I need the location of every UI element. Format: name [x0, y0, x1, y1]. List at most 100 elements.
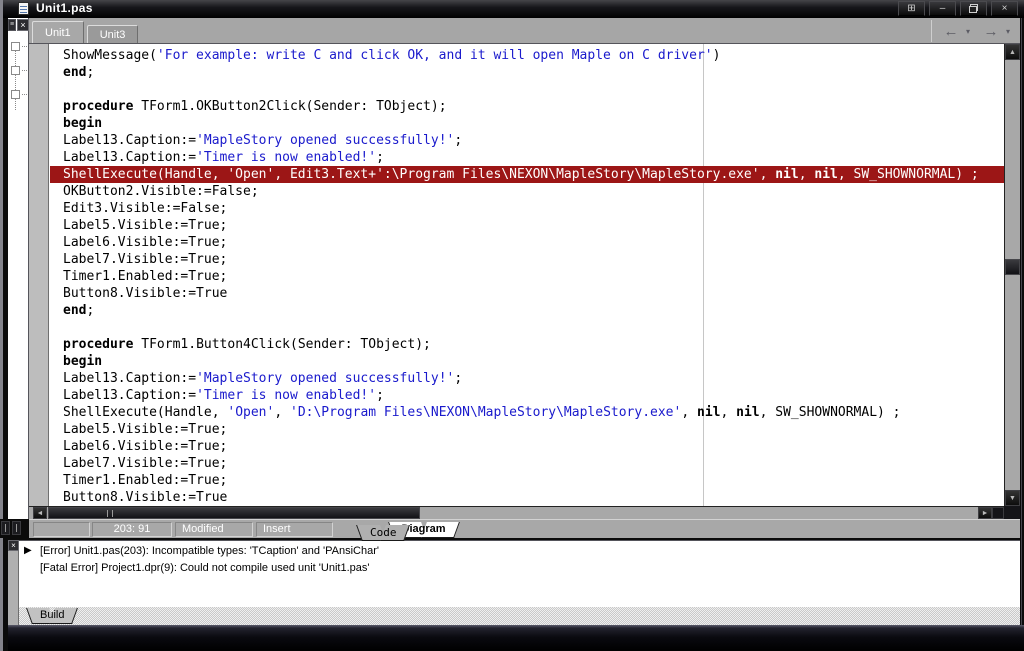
tab-unit1-label: Unit1	[45, 27, 71, 39]
code-line[interactable]: ShowMessage('For example: write C and cl…	[50, 47, 1004, 64]
window-controls: ⊞ – ×	[898, 1, 1018, 16]
tree-connector	[15, 50, 16, 110]
code-line[interactable]: Edit3.Visible:=False;	[50, 200, 1004, 217]
code-line[interactable]: Timer1.Enabled:=True;	[50, 268, 1004, 285]
dock-grip[interactable]	[12, 521, 21, 535]
window-title: Unit1.pas	[36, 1, 93, 15]
explorer-menu-icon[interactable]: ≡	[8, 19, 16, 31]
code-line[interactable]: ShellExecute(Handle, 'Open', 'D:\Program…	[50, 404, 1004, 421]
code-line[interactable]: begin	[50, 115, 1004, 132]
compiler-messages-panel: ▶ [Error] Unit1.pas(203): Incompatible t…	[19, 540, 1020, 607]
code-pane[interactable]: ShowMessage('For example: write C and cl…	[29, 44, 1004, 506]
scrollbar-grip	[107, 510, 113, 517]
browse-back-button[interactable]: ←	[940, 23, 962, 40]
delphi-code-editor-window: Unit1.pas ⊞ – × ≡ × Unit1 Unit3 ← ▾ → ▾	[0, 0, 1024, 651]
tab-unit3-label: Unit3	[100, 29, 126, 41]
fatal-error-message[interactable]: [Fatal Error] Project1.dpr(9): Could not…	[40, 560, 1016, 576]
window-menu-icon: ⊞	[907, 4, 915, 14]
browse-forward-dropdown-icon[interactable]: ▾	[1002, 27, 1014, 36]
error-message[interactable]: [Error] Unit1.pas(203): Incompatible typ…	[40, 543, 1016, 559]
scroll-right-icon: ►	[982, 510, 989, 517]
scroll-right-button[interactable]: ►	[978, 507, 992, 519]
tab-build[interactable]: Build	[33, 608, 71, 624]
code-line[interactable]: Label13.Caption:='Timer is now enabled!'…	[50, 387, 1004, 404]
view-tabs: Code Diagram	[336, 522, 459, 538]
navigation-buttons: ← ▾ → ▾	[931, 18, 1020, 44]
status-insert-mode: Insert	[256, 522, 333, 537]
window-left-edge	[0, 0, 3, 651]
code-line[interactable]: OKButton2.Visible:=False;	[50, 183, 1004, 200]
horizontal-scrollbar-thumb[interactable]	[48, 507, 420, 519]
editor-gutter	[29, 44, 49, 506]
scrollbar-corner-box	[1004, 506, 1020, 519]
editor-tab-bar: Unit1 Unit3 ← ▾ → ▾	[29, 18, 1020, 44]
scroll-left-icon: ◄	[37, 510, 44, 517]
vertical-scrollbar[interactable]: ▲ ▼	[1004, 44, 1020, 506]
messages-close-button[interactable]: ×	[8, 540, 19, 551]
code-line[interactable]: Label5.Visible:=True;	[50, 421, 1004, 438]
minimize-icon: –	[940, 4, 946, 14]
scroll-up-icon: ▲	[1009, 49, 1016, 56]
scroll-up-button[interactable]: ▲	[1005, 44, 1020, 60]
horizontal-scrollbar[interactable]: ◄ ►	[29, 506, 1004, 519]
close-button[interactable]: ×	[991, 1, 1018, 16]
code-line[interactable]: Button8.Visible:=True	[50, 285, 1004, 302]
browse-forward-button[interactable]: →	[980, 23, 1002, 40]
code-lines[interactable]: ShowMessage('For example: write C and cl…	[50, 47, 1004, 506]
code-line[interactable]	[50, 319, 1004, 336]
window-bottom-frame	[0, 625, 1024, 651]
document-icon	[18, 2, 29, 15]
code-line[interactable]: Label13.Caption:='MapleStory opened succ…	[50, 370, 1004, 387]
code-line[interactable]: Timer1.Enabled:=True;	[50, 472, 1004, 489]
code-line[interactable]: Label5.Visible:=True;	[50, 217, 1004, 234]
scroll-down-icon: ▼	[1009, 495, 1016, 502]
code-line[interactable]: Label7.Visible:=True;	[50, 251, 1004, 268]
statusbar-left-zone	[0, 519, 29, 538]
code-line[interactable]: Label13.Caption:='MapleStory opened succ…	[50, 132, 1004, 149]
current-error-marker-icon: ▶	[24, 545, 32, 556]
code-explorer-panel: ≡ ×	[8, 18, 29, 519]
code-line[interactable]: Button8.Visible:=True	[50, 489, 1004, 506]
tree-node[interactable]	[11, 90, 20, 99]
tab-unit3[interactable]: Unit3	[87, 25, 139, 43]
code-line[interactable]	[50, 81, 1004, 98]
code-line[interactable]: Label6.Visible:=True;	[50, 234, 1004, 251]
vertical-scrollbar-thumb[interactable]	[1005, 259, 1020, 275]
minimize-button[interactable]: –	[929, 1, 956, 16]
messages-tab-strip: Build	[19, 607, 1020, 625]
code-line[interactable]: Label6.Visible:=True;	[50, 438, 1004, 455]
status-bar: 203: 91 Modified Insert Code Diagram	[29, 519, 1020, 538]
status-modified: Modified	[175, 522, 253, 537]
window-right-edge	[1021, 18, 1022, 625]
scroll-left-button[interactable]: ◄	[33, 507, 47, 519]
code-line-error-highlighted[interactable]: ShellExecute(Handle, 'Open', Edit3.Text+…	[50, 166, 1004, 183]
tree-node[interactable]	[11, 66, 20, 75]
window-left-frame	[3, 18, 8, 651]
explorer-close-button[interactable]: ×	[17, 19, 29, 31]
scroll-down-button[interactable]: ▼	[1005, 490, 1020, 506]
browse-back-dropdown-icon[interactable]: ▾	[962, 27, 974, 36]
status-panel-empty	[33, 522, 90, 537]
code-line[interactable]: procedure TForm1.Button4Click(Sender: TO…	[50, 336, 1004, 353]
code-line[interactable]: procedure TForm1.OKButton2Click(Sender: …	[50, 98, 1004, 115]
code-line[interactable]: end;	[50, 64, 1004, 81]
restore-button[interactable]	[960, 1, 987, 16]
code-line[interactable]: Label7.Visible:=True;	[50, 455, 1004, 472]
code-line[interactable]: end;	[50, 302, 1004, 319]
tab-build-label: Build	[40, 609, 64, 621]
tab-code-label: Code	[370, 526, 397, 539]
dock-grip[interactable]	[1, 521, 10, 535]
nav-separator	[931, 20, 932, 42]
restore-icon	[969, 4, 978, 13]
tab-code[interactable]: Code	[363, 525, 404, 541]
window-menu-button[interactable]: ⊞	[898, 1, 925, 16]
tree-node[interactable]	[11, 42, 20, 51]
code-line[interactable]: begin	[50, 353, 1004, 370]
close-icon: ×	[1002, 4, 1008, 14]
messages-dock-grabber[interactable]: ×	[7, 540, 19, 625]
scrollbar-corner	[992, 507, 1004, 519]
status-cursor-position: 203: 91	[92, 522, 172, 537]
tab-unit1[interactable]: Unit1	[32, 21, 84, 43]
code-line[interactable]: Label13.Caption:='Timer is now enabled!'…	[50, 149, 1004, 166]
title-bar[interactable]: Unit1.pas ⊞ – ×	[0, 0, 1024, 18]
